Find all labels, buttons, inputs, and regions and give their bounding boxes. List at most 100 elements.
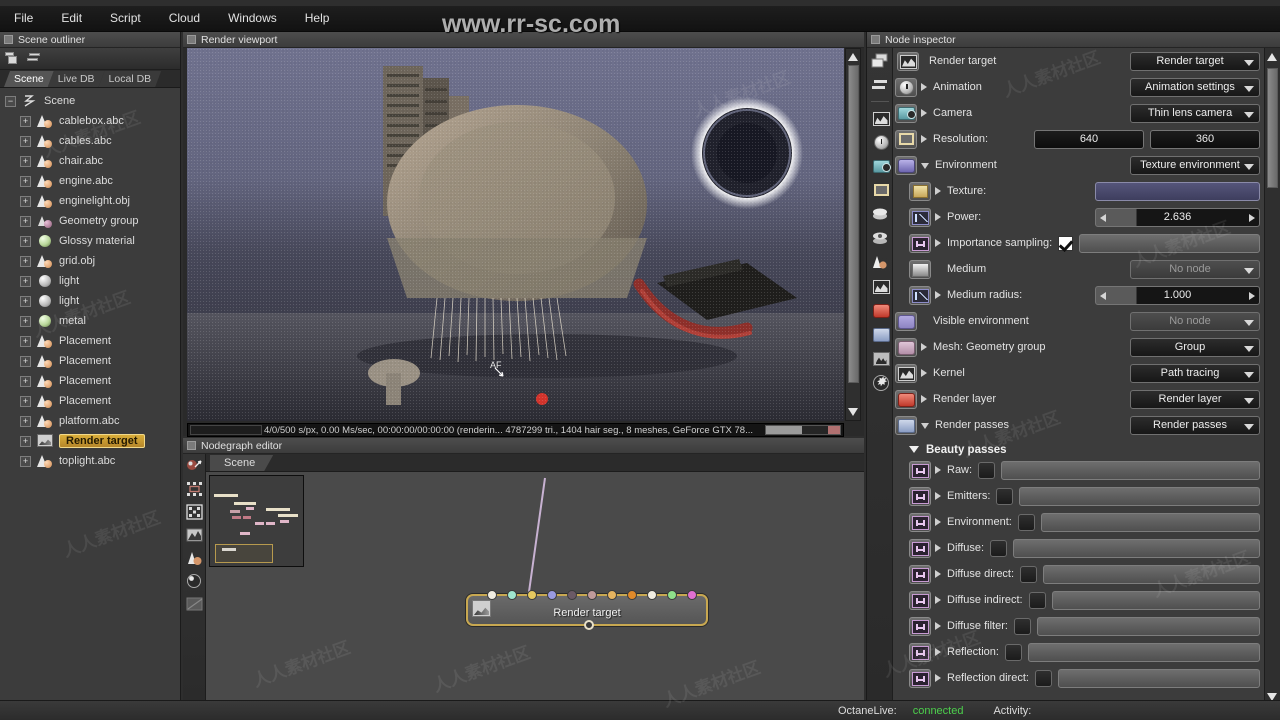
tree-item-cables-abc[interactable]: + cables.abc (0, 131, 180, 151)
nodegraph-minimap[interactable] (209, 475, 304, 567)
node-input-pin[interactable] (507, 590, 517, 600)
chevron-right-icon[interactable] (921, 109, 927, 117)
render-passes-icon[interactable] (895, 415, 917, 435)
scrollbar-thumb[interactable] (848, 65, 859, 383)
scroll-up-icon[interactable] (848, 51, 859, 63)
node-input-pin[interactable] (647, 590, 657, 600)
pass-color-swatch[interactable] (1034, 669, 1052, 687)
geometry-node-icon[interactable] (186, 550, 203, 566)
pass-field[interactable] (1027, 642, 1260, 662)
pass-field[interactable] (1019, 486, 1260, 506)
tree-item-placement[interactable]: + Placement (0, 331, 180, 351)
tree-item-grid-obj[interactable]: + grid.obj (0, 251, 180, 271)
resolution-icon[interactable] (895, 129, 917, 149)
expand-icon[interactable]: + (20, 255, 31, 267)
pass-color-swatch[interactable] (1017, 513, 1035, 531)
expand-icon[interactable]: + (20, 175, 31, 187)
inspector-row-dropdown[interactable]: No node (1130, 259, 1260, 279)
tab-local-db[interactable]: Local DB (99, 71, 162, 87)
resolution-icon[interactable] (871, 182, 889, 198)
environment-icon[interactable] (895, 155, 917, 175)
tree-item-glossy-material[interactable]: + Glossy material (0, 231, 180, 251)
tab-scene[interactable]: Scene (4, 71, 54, 87)
nodegraph-canvas[interactable]: Render target (206, 472, 864, 720)
select-node-icon[interactable] (186, 458, 203, 474)
importance-icon[interactable] (909, 616, 931, 636)
importance-icon[interactable] (909, 460, 931, 480)
collapse-all-icon[interactable] (27, 52, 42, 65)
chevron-right-icon[interactable] (921, 343, 927, 351)
chevron-right-icon[interactable] (921, 83, 927, 91)
node-input-pin[interactable] (667, 590, 677, 600)
visible-environment-icon[interactable] (895, 311, 917, 331)
collapse-icon[interactable]: − (5, 95, 16, 107)
pass-field[interactable] (1036, 616, 1260, 636)
tab-live-db[interactable]: Live DB (48, 71, 105, 87)
importance-icon[interactable] (909, 590, 931, 610)
importance-icon[interactable] (909, 564, 931, 584)
node-input-pin[interactable] (587, 590, 597, 600)
chevron-right-icon[interactable] (935, 239, 941, 247)
inspector-row-dropdown[interactable]: Path tracing (1130, 363, 1260, 383)
expand-icon[interactable]: + (20, 135, 31, 147)
pass-color-swatch[interactable] (996, 487, 1014, 505)
gradient-icon[interactable] (909, 259, 931, 279)
importance-icon[interactable] (909, 642, 931, 662)
inspector-row-dropdown[interactable]: Render passes (1130, 415, 1260, 435)
chevron-right-icon[interactable] (921, 135, 927, 143)
chevron-right-icon[interactable] (921, 395, 927, 403)
inspector-slider[interactable]: 1.000 (1095, 285, 1260, 305)
expand-icon[interactable]: + (20, 315, 31, 327)
chevron-right-icon[interactable] (935, 492, 941, 500)
inspector-row-dropdown[interactable]: Animation settings (1130, 77, 1260, 97)
node-input-pin[interactable] (607, 590, 617, 600)
inspector-row-dropdown[interactable]: Texture environment (1130, 155, 1260, 175)
expand-icon[interactable]: + (20, 115, 31, 127)
texture-icon[interactable] (909, 181, 931, 201)
inspector-scrollbar[interactable] (1264, 48, 1280, 706)
pass-color-swatch[interactable] (1028, 591, 1046, 609)
tree-item-render-target[interactable]: + Render target (0, 431, 180, 451)
beauty-passes-header[interactable]: Beauty passes (895, 440, 1264, 459)
expand-icon[interactable]: + (20, 275, 31, 287)
chevron-right-icon[interactable] (935, 570, 941, 578)
tree-item-placement[interactable]: + Placement (0, 391, 180, 411)
menu-edit[interactable]: Edit (47, 6, 96, 30)
importance-icon[interactable] (909, 538, 931, 558)
tree-item-enginelight-obj[interactable]: + enginelight.obj (0, 191, 180, 211)
expand-icon[interactable]: + (20, 415, 31, 427)
expand-icon[interactable]: + (20, 435, 31, 447)
node-tree-icon[interactable] (871, 53, 889, 69)
scroll-up-icon[interactable] (1267, 51, 1278, 63)
node-input-pin[interactable] (547, 590, 557, 600)
chevron-right-icon[interactable] (935, 213, 941, 221)
mesh-group-icon[interactable] (895, 337, 917, 357)
pass-color-swatch[interactable] (1020, 565, 1038, 583)
resolution-height-field[interactable]: 360 (1150, 129, 1260, 149)
render-layer-icon[interactable] (871, 302, 890, 318)
expand-icon[interactable]: + (20, 195, 31, 207)
menu-help[interactable]: Help (291, 6, 344, 30)
chevron-right-icon[interactable] (935, 518, 941, 526)
curve-icon[interactable] (909, 285, 931, 305)
arrange-nodes-icon[interactable] (186, 481, 203, 497)
camera-icon[interactable] (871, 158, 891, 174)
group-nodes-icon[interactable] (185, 504, 203, 520)
texture-input-field[interactable] (1095, 181, 1260, 201)
resolution-width-field[interactable]: 640 (1034, 129, 1144, 149)
animation-clock-icon[interactable] (871, 134, 889, 150)
importance-icon[interactable] (909, 486, 931, 506)
inspector-row-dropdown[interactable]: No node (1130, 311, 1260, 331)
chevron-right-icon[interactable] (935, 466, 941, 474)
camera-icon[interactable] (895, 103, 917, 123)
node-input-pin[interactable] (567, 590, 577, 600)
node-input-pin[interactable] (687, 590, 697, 600)
pass-color-swatch[interactable] (978, 461, 996, 479)
environment-icon[interactable] (871, 206, 889, 222)
pass-color-swatch[interactable] (1004, 643, 1022, 661)
expand-icon[interactable]: + (20, 395, 31, 407)
menu-script[interactable]: Script (96, 6, 155, 30)
tree-item-engine-abc[interactable]: + engine.abc (0, 171, 180, 191)
texture-node-icon[interactable] (186, 596, 203, 612)
chevron-right-icon[interactable] (935, 544, 941, 552)
